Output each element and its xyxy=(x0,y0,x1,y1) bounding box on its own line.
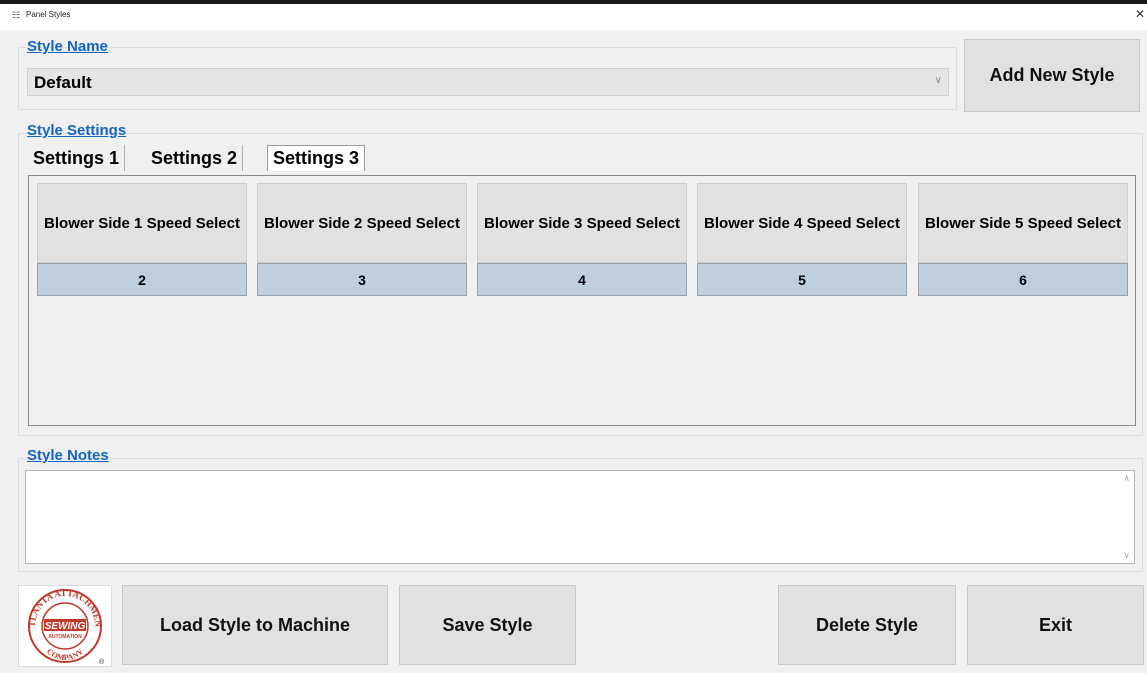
tab-settings-1[interactable]: Settings 1 xyxy=(28,145,126,171)
style-select-value: Default xyxy=(34,73,92,92)
exit-button[interactable]: Exit xyxy=(967,585,1144,665)
save-style-button[interactable]: Save Style xyxy=(399,585,576,665)
blower-side-4-speed-button[interactable]: Blower Side 4 Speed Select xyxy=(697,183,907,263)
blower-side-5-speed-value[interactable]: 6 xyxy=(918,263,1128,296)
blower-side-4-speed-value[interactable]: 5 xyxy=(697,263,907,296)
window-title: Panel Styles xyxy=(26,10,71,19)
close-icon[interactable]: ✕ xyxy=(1135,7,1145,21)
app-icon: ☷ xyxy=(12,10,21,20)
blower-side-3-speed-value[interactable]: 4 xyxy=(477,263,687,296)
company-logo: ATLANTA ATTACHMENT COMPANY SEWING AUTOMA… xyxy=(16,578,112,667)
style-settings-label: Style Settings xyxy=(27,122,127,139)
blower-side-5-speed-button[interactable]: Blower Side 5 Speed Select xyxy=(918,183,1128,263)
tab-settings-3[interactable]: Settings 3 xyxy=(267,145,366,171)
scroll-down-icon[interactable]: ∨ xyxy=(1123,550,1130,561)
tab-settings-2[interactable]: Settings 2 xyxy=(146,145,244,171)
blower-side-2-speed-value[interactable]: 3 xyxy=(257,263,467,296)
style-select[interactable]: Default ∨ xyxy=(27,68,949,96)
blower-side-1-speed-button[interactable]: Blower Side 1 Speed Select xyxy=(37,183,247,263)
add-new-style-button[interactable]: Add New Style xyxy=(964,39,1140,112)
load-style-button[interactable]: Load Style to Machine xyxy=(122,585,388,665)
style-notes-label: Style Notes xyxy=(27,447,109,464)
svg-text:®: ® xyxy=(99,658,105,666)
scroll-up-icon[interactable]: ∧ xyxy=(1123,473,1130,484)
logo-seal-icon: ATLANTA ATTACHMENT COMPANY SEWING AUTOMA… xyxy=(16,578,105,666)
blower-side-3-speed-button[interactable]: Blower Side 3 Speed Select xyxy=(477,183,687,263)
chevron-down-icon[interactable]: ∨ xyxy=(935,75,942,86)
delete-style-button[interactable]: Delete Style xyxy=(778,585,956,665)
title-bar: ☷ Panel Styles ✕ xyxy=(0,0,1147,30)
logo-center-text: SEWING xyxy=(45,621,86,632)
logo-sub-text: AUTOMATION xyxy=(48,634,82,640)
blower-side-2-speed-button[interactable]: Blower Side 2 Speed Select xyxy=(257,183,467,263)
style-name-label: Style Name xyxy=(27,38,108,55)
blower-side-1-speed-value[interactable]: 2 xyxy=(37,263,247,296)
style-notes-textarea[interactable]: ∧ ∨ xyxy=(25,470,1135,564)
